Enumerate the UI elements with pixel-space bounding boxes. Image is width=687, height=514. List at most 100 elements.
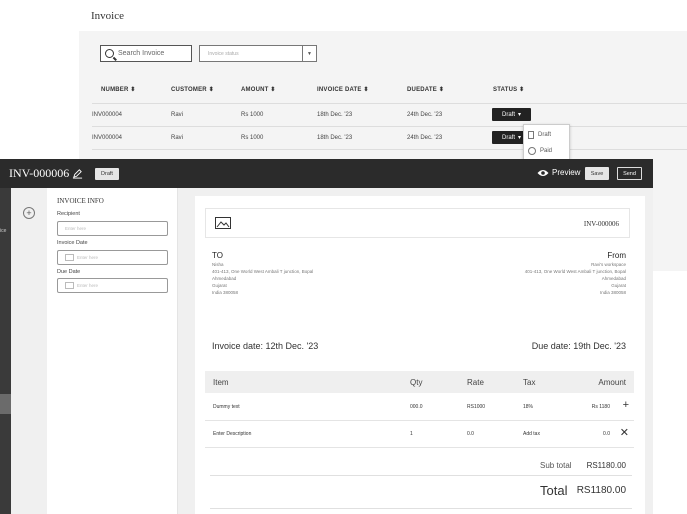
cell-amount: Rs 1000 (241, 112, 264, 118)
recipient-field[interactable]: Enter here (57, 221, 168, 236)
invoice-document: INV-000006 TO From Nisha 401-413, One Wo… (195, 196, 645, 514)
invoice-date-placeholder: Enter here (77, 255, 99, 260)
logo-upload-area[interactable]: INV-000006 (205, 208, 630, 238)
search-icon (105, 49, 114, 58)
add-item-icon[interactable]: + (623, 399, 629, 411)
item-qty[interactable]: 000.0 (410, 404, 423, 410)
search-input[interactable]: Search Invoice (100, 45, 192, 62)
invoice-info-panel: INVOICE INFO Recipient Enter here Invoic… (47, 188, 178, 514)
cell-amount: Rs 1000 (241, 135, 264, 141)
column-header-amount[interactable]: AMOUNT ⬍ (241, 86, 276, 93)
to-heading: TO (212, 251, 223, 260)
address-line: Ahmedabad (212, 276, 237, 281)
remove-item-icon[interactable]: ✕ (620, 426, 629, 439)
editor-topbar: INV-000006 Draft Preview Save Send (0, 159, 653, 188)
cell-customer: Ravi (171, 112, 184, 118)
item-row[interactable]: Dummy text 000.0 RS1000 18% Rs 1180 + (205, 394, 634, 421)
document-icon (528, 130, 534, 139)
edit-icon[interactable] (72, 168, 83, 179)
status-menu-item-paid[interactable]: Paid (524, 144, 569, 157)
item-rate[interactable]: 0.0 (467, 431, 474, 437)
item-amount: Rs 1180 (591, 404, 610, 410)
add-tax-link[interactable]: Add tax (523, 431, 540, 437)
column-header-customer[interactable]: CUSTOMER ⬍ (171, 86, 214, 93)
column-header-due-date[interactable]: DUEDATE ⬍ (407, 86, 444, 93)
status-filter-placeholder: Invoice status (208, 50, 239, 57)
address-line: 401-413, One World West Ambali T junctio… (212, 269, 314, 274)
invoice-date-text: Invoice date: 12th Dec. '23 (212, 341, 319, 351)
chevron-down-icon[interactable]: ▼ (302, 46, 316, 61)
address-line: Ravi's workspace (591, 262, 626, 267)
save-button[interactable]: Save (585, 167, 609, 180)
document-invoice-number: INV-000006 (583, 220, 619, 228)
due-date-field[interactable]: Enter here (57, 278, 168, 293)
calendar-icon (65, 254, 74, 261)
subtotal-value: RS1180.00 (586, 461, 626, 470)
total-label: Total (540, 483, 568, 498)
items-header-amount: Amount (598, 378, 626, 387)
address-line: Nisha (212, 262, 224, 267)
eye-icon[interactable] (537, 169, 549, 177)
item-row[interactable]: Enter Description 1 0.0 Add tax 0.0 ✕ (205, 421, 634, 448)
cell-invoice-date: 18th Dec. '23 (317, 135, 353, 141)
status-menu-item-draft[interactable]: Draft (524, 128, 569, 141)
from-address[interactable]: Ravi's workspace 401-413, One World West… (525, 261, 626, 296)
total-value: RS1180.00 (576, 485, 626, 496)
status-label: Draft (501, 111, 515, 118)
item-qty[interactable]: 1 (410, 431, 413, 437)
items-header-rate: Rate (467, 378, 484, 387)
image-icon (215, 217, 231, 229)
invoice-date-field[interactable]: Enter here (57, 250, 168, 265)
due-date-placeholder: Enter here (77, 283, 99, 288)
cell-number: INV000004 (92, 112, 123, 118)
page-title: Invoice (91, 10, 124, 22)
calendar-icon (65, 282, 74, 289)
status-label: Draft (501, 134, 515, 141)
item-tax[interactable]: 18% (523, 404, 533, 410)
column-header-number[interactable]: NUMBER ⬍ (101, 86, 136, 93)
status-menu-label: Draft (538, 131, 552, 138)
status-menu: Draft Paid (523, 124, 570, 160)
cell-number: INV000004 (92, 135, 123, 141)
send-button[interactable]: Send (617, 167, 642, 180)
preview-button[interactable]: Preview (552, 168, 580, 177)
recipient-placeholder: Enter here (65, 226, 87, 231)
address-line: 401-413, One World West Ambali T junctio… (524, 269, 626, 274)
subtotal-label: Sub total (540, 461, 572, 470)
address-line: Ahmedabad (601, 276, 626, 281)
item-amount: 0.0 (603, 431, 610, 437)
add-section-button[interactable]: + (23, 207, 35, 219)
cell-due-date: 24th Dec. '23 (407, 135, 443, 141)
address-line: India 380058 (212, 290, 239, 295)
invoice-date-label: Invoice Date (57, 240, 88, 246)
recipient-label: Recipient (57, 211, 80, 217)
cell-customer: Ravi (171, 135, 184, 141)
from-heading: From (607, 251, 626, 260)
side-label: ice (0, 228, 7, 234)
item-description[interactable]: Enter Description (213, 431, 251, 437)
invoice-info-heading: INVOICE INFO (57, 197, 104, 205)
cell-invoice-date: 18th Dec. '23 (317, 112, 353, 118)
column-header-status[interactable]: STATUS ⬍ (493, 86, 524, 93)
due-date-text: Due date: 19th Dec. '23 (531, 341, 626, 351)
divider (210, 508, 632, 509)
items-header: Item Qty Rate Tax Amount (205, 371, 634, 393)
status-dropdown[interactable]: Draft ▾ (492, 108, 531, 121)
items-header-qty: Qty (410, 378, 423, 387)
item-rate[interactable]: RS1000 (467, 404, 485, 410)
item-description[interactable]: Dummy text (213, 404, 240, 410)
status-menu-label: Paid (540, 147, 553, 154)
divider (210, 475, 632, 476)
table-row[interactable]: INV000004 Ravi Rs 1000 18th Dec. '23 24t… (92, 126, 687, 149)
cell-due-date: 24th Dec. '23 (407, 112, 443, 118)
address-line: Gujarat (611, 283, 626, 288)
items-header-tax: Tax (523, 378, 536, 387)
table-row[interactable]: INV000004 Ravi Rs 1000 18th Dec. '23 24t… (92, 103, 687, 126)
plus-icon: + (26, 207, 32, 218)
address-line: Gujarat (212, 283, 227, 288)
search-placeholder: Search Invoice (118, 50, 165, 57)
column-header-invoice-date[interactable]: INVOICE DATE ⬍ (317, 86, 369, 93)
due-date-label: Due Date (57, 269, 81, 275)
status-filter-select[interactable]: Invoice status ▼ (199, 45, 317, 62)
to-address[interactable]: Nisha 401-413, One World West Ambali T j… (212, 261, 313, 296)
